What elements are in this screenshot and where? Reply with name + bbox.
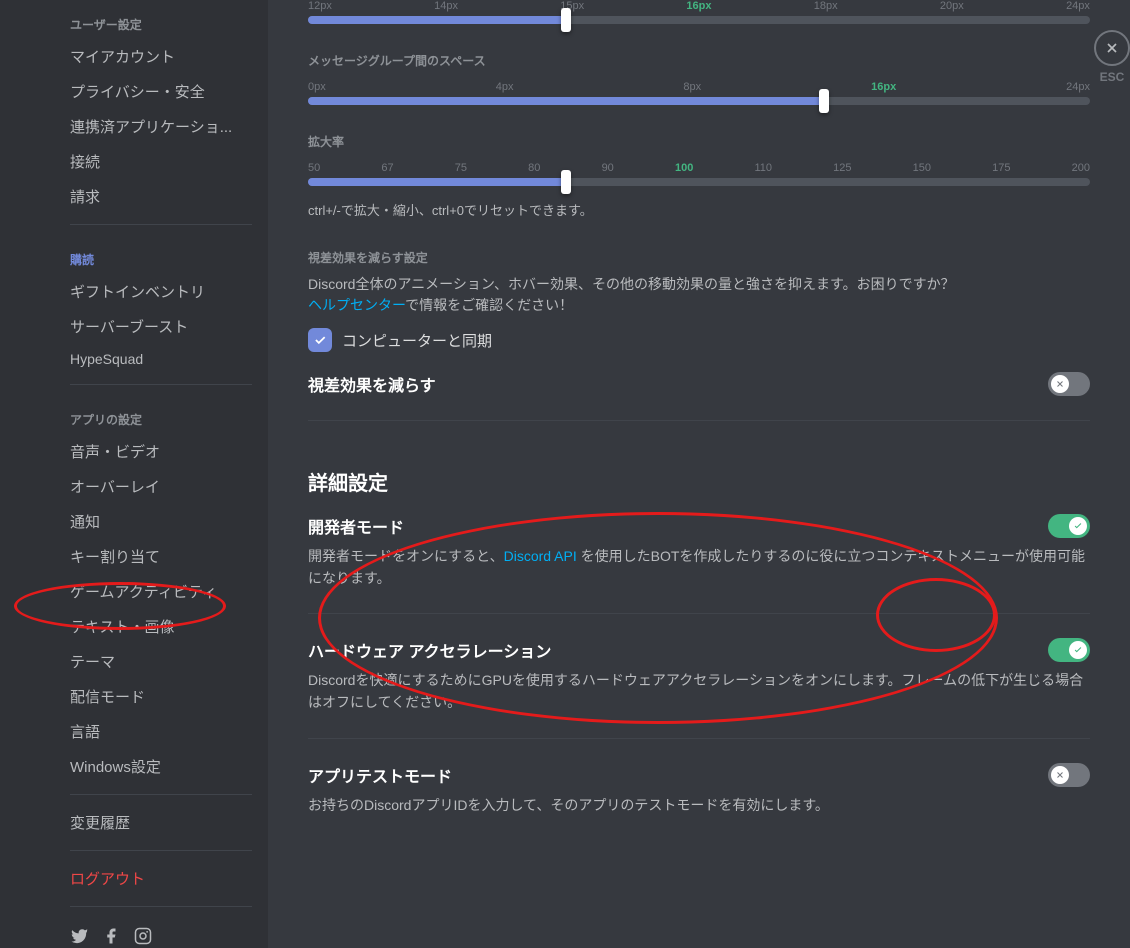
slider-label: メッセージグループ間のスペース xyxy=(308,52,1090,69)
reduced-motion-toggle-label: 視差効果を減らす xyxy=(308,372,436,396)
slider-tick: 67 xyxy=(381,162,393,174)
hardware-accel-toggle[interactable] xyxy=(1048,638,1090,662)
sync-label: コンピューターと同期 xyxy=(342,330,492,351)
reduced-motion-desc: Discord全体のアニメーション、ホバー効果、その他の移動効果の量と強さを抑え… xyxy=(308,274,1090,316)
divider xyxy=(70,906,252,907)
help-center-link[interactable]: ヘルプセンター xyxy=(308,297,405,313)
slider-tick: 50 xyxy=(308,162,320,174)
slider-tick: 0px xyxy=(308,81,326,93)
sidebar-item-my-account[interactable]: マイアカウント xyxy=(60,39,262,74)
reduced-motion-toggle[interactable] xyxy=(1048,372,1090,396)
sidebar-item-text-images[interactable]: テキスト・画像 xyxy=(60,609,262,644)
slider-tick: 80 xyxy=(528,162,540,174)
slider-handle[interactable] xyxy=(561,170,571,194)
slider-tick: 110 xyxy=(754,162,772,174)
sidebar-item-notifications[interactable]: 通知 xyxy=(60,504,262,539)
sidebar-item-language[interactable]: 言語 xyxy=(60,714,262,749)
reduced-motion-title: 視差効果を減らす設定 xyxy=(308,249,1090,266)
slider-handle[interactable] xyxy=(561,8,571,32)
developer-mode-desc: 開発者モードをオンにすると、Discord API を使用したBOTを作成したり… xyxy=(308,546,1090,589)
sidebar-item-streamer-mode[interactable]: 配信モード xyxy=(60,679,262,714)
close-icon xyxy=(1094,30,1130,66)
sidebar-item-billing[interactable]: 請求 xyxy=(60,179,262,214)
advanced-heading: 詳細設定 xyxy=(308,467,1090,496)
sidebar-item-voice-video[interactable]: 音声・ビデオ xyxy=(60,434,262,469)
sidebar-item-hypesquad[interactable]: HypeSquad xyxy=(60,344,262,374)
slider-tick: 16px xyxy=(686,0,711,12)
slider-tick: 20px xyxy=(940,0,964,12)
slider-tick: 200 xyxy=(1072,162,1090,174)
hardware-accel-title: ハードウェア アクセラレーション xyxy=(308,638,551,662)
slider-tick: 24px xyxy=(1066,0,1090,12)
sidebar-header-sub: 購読 xyxy=(60,235,262,274)
divider xyxy=(70,794,252,795)
slider-tick: 100 xyxy=(675,162,693,174)
sidebar-item-keybinds[interactable]: キー割り当て xyxy=(60,539,262,574)
app-test-mode-desc: お持ちのDiscordアプリIDを入力して、そのアプリのテストモードを有効にしま… xyxy=(308,795,1090,817)
sidebar-item-authorized-apps[interactable]: 連携済アプリケーショ... xyxy=(60,109,262,144)
slider-track[interactable] xyxy=(308,97,1090,105)
slider-tick: 14px xyxy=(434,0,458,12)
sidebar-item-connections[interactable]: 接続 xyxy=(60,144,262,179)
slider-tick: 175 xyxy=(992,162,1010,174)
settings-content: ESC 12px14px15px16px18px20px24px メッセージグル… xyxy=(268,0,1130,948)
slider-message-spacing: メッセージグループ間のスペース 0px 4px 8px 16px 24px xyxy=(308,52,1090,105)
divider xyxy=(308,738,1090,739)
sidebar-item-game-activity[interactable]: ゲームアクティビティ xyxy=(60,574,262,609)
slider-handle[interactable] xyxy=(819,89,829,113)
discord-api-link[interactable]: Discord API xyxy=(504,548,577,564)
divider xyxy=(308,420,1090,421)
reduced-motion-section: 視差効果を減らす設定 Discord全体のアニメーション、ホバー効果、その他の移… xyxy=(308,249,1090,396)
slider-tick: 75 xyxy=(455,162,467,174)
slider-font-size: 12px14px15px16px18px20px24px xyxy=(308,0,1090,24)
close-button[interactable]: ESC xyxy=(1094,30,1130,84)
esc-label: ESC xyxy=(1094,70,1130,84)
sidebar-item-privacy[interactable]: プライバシー・安全 xyxy=(60,74,262,109)
divider xyxy=(70,224,252,225)
sidebar-item-gift-inventory[interactable]: ギフトインベントリ xyxy=(60,274,262,309)
slider-track[interactable] xyxy=(308,178,1090,186)
app-test-mode-toggle[interactable] xyxy=(1048,763,1090,787)
sidebar-item-appearance[interactable]: テーマ xyxy=(60,644,262,679)
slider-tick: 24px xyxy=(1066,81,1090,93)
settings-sidebar: ユーザー設定 マイアカウント プライバシー・安全 連携済アプリケーショ... 接… xyxy=(0,0,268,948)
slider-tick: 4px xyxy=(496,81,514,93)
developer-mode-block: 開発者モード 開発者モードをオンにすると、Discord API を使用したBO… xyxy=(308,514,1090,589)
social-links xyxy=(60,917,262,948)
sidebar-header-user: ユーザー設定 xyxy=(60,0,262,39)
divider xyxy=(70,850,252,851)
slider-tick: 150 xyxy=(913,162,931,174)
instagram-icon[interactable] xyxy=(134,927,152,948)
hardware-accel-block: ハードウェア アクセラレーション Discordを快適にするためにGPUを使用す… xyxy=(308,638,1090,713)
app-test-mode-title: アプリテストモード xyxy=(308,763,452,787)
developer-mode-title: 開発者モード xyxy=(308,514,404,538)
slider-track[interactable] xyxy=(308,16,1090,24)
slider-tick: 125 xyxy=(833,162,851,174)
slider-tick: 90 xyxy=(602,162,614,174)
sync-checkbox[interactable] xyxy=(308,328,332,352)
divider xyxy=(70,384,252,385)
sidebar-item-server-boost[interactable]: サーバーブースト xyxy=(60,309,262,344)
zoom-hint: ctrl+/-で拡大・縮小、ctrl+0でリセットできます。 xyxy=(308,200,1090,219)
sidebar-item-windows-settings[interactable]: Windows設定 xyxy=(60,749,262,784)
slider-tick: 12px xyxy=(308,0,332,12)
facebook-icon[interactable] xyxy=(102,927,120,948)
hardware-accel-desc: Discordを快適にするためにGPUを使用するハードウェアアクセラレーションを… xyxy=(308,670,1090,713)
sidebar-item-overlay[interactable]: オーバーレイ xyxy=(60,469,262,504)
app-test-mode-block: アプリテストモード お持ちのDiscordアプリIDを入力して、そのアプリのテス… xyxy=(308,763,1090,817)
slider-zoom: 拡大率 50 67 75 80 90 100 110 125 150 175 200 ctrl+/-… xyxy=(308,133,1090,219)
slider-tick: 18px xyxy=(814,0,838,12)
sidebar-item-logout[interactable]: ログアウト xyxy=(60,861,262,896)
slider-tick: 8px xyxy=(683,81,701,93)
developer-mode-toggle[interactable] xyxy=(1048,514,1090,538)
slider-tick: 16px xyxy=(871,81,896,93)
sidebar-item-changelog[interactable]: 変更履歴 xyxy=(60,805,262,840)
twitter-icon[interactable] xyxy=(70,927,88,948)
slider-label: 拡大率 xyxy=(308,133,1090,150)
divider xyxy=(308,613,1090,614)
sidebar-header-app: アプリの設定 xyxy=(60,395,262,434)
